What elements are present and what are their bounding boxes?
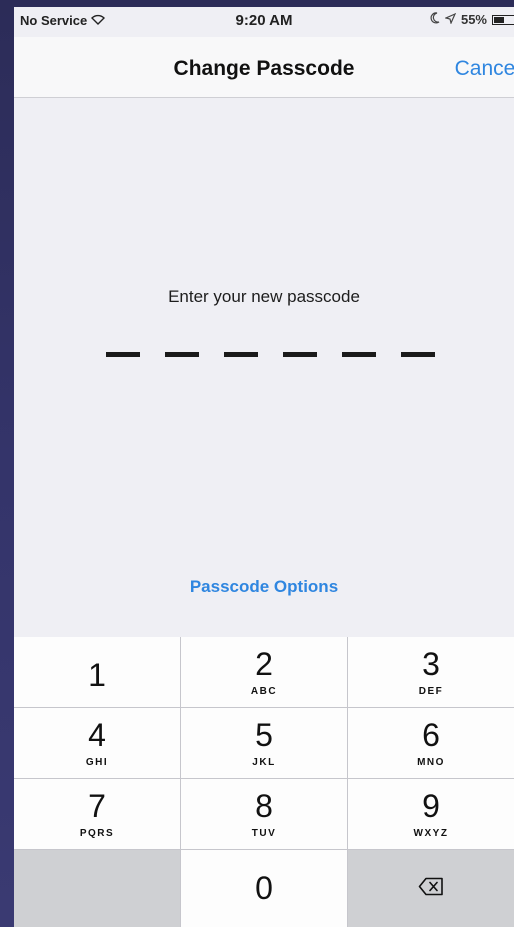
page-title: Change Passcode bbox=[173, 57, 355, 80]
passcode-digit-placeholder bbox=[224, 352, 258, 357]
passcode-digit-placeholder bbox=[283, 352, 317, 357]
battery-level bbox=[494, 16, 504, 23]
key-digit: 2 bbox=[255, 646, 273, 682]
key-digit: 7 bbox=[88, 788, 106, 824]
passcode-digit-placeholder bbox=[106, 352, 140, 357]
key-4[interactable]: 4 GHI bbox=[14, 708, 180, 778]
passcode-digit-placeholder bbox=[165, 352, 199, 357]
status-right: 55% bbox=[430, 12, 514, 27]
key-digit: 3 bbox=[422, 646, 440, 682]
key-digit: 1 bbox=[88, 657, 106, 693]
key-3[interactable]: 3 DEF bbox=[348, 637, 514, 707]
key-letters: JKL bbox=[252, 757, 276, 768]
moon-icon bbox=[430, 12, 440, 27]
key-letters: TUV bbox=[251, 828, 277, 839]
location-icon bbox=[444, 12, 457, 27]
battery-percent: 55% bbox=[460, 12, 487, 27]
status-bar: No Service 9:20 AM 55% bbox=[14, 7, 514, 37]
key-letters: GHI bbox=[85, 757, 109, 768]
key-digit: 5 bbox=[255, 717, 273, 753]
phone-screen: No Service 9:20 AM 55% Change Passcode C… bbox=[14, 7, 514, 927]
key-9[interactable]: 9 WXYZ bbox=[348, 779, 514, 849]
key-2[interactable]: 2 ABC bbox=[181, 637, 347, 707]
passcode-digit-placeholder bbox=[342, 352, 376, 357]
key-digit: 8 bbox=[255, 788, 273, 824]
backspace-icon bbox=[418, 877, 444, 901]
key-6[interactable]: 6 MNO bbox=[348, 708, 514, 778]
delete-button[interactable] bbox=[348, 850, 514, 927]
battery-icon bbox=[492, 14, 514, 25]
key-digit: 9 bbox=[422, 788, 440, 824]
key-digit: 6 bbox=[422, 717, 440, 753]
key-1[interactable]: 1 bbox=[14, 637, 180, 707]
key-letters: WXYZ bbox=[413, 828, 449, 839]
key-8[interactable]: 8 TUV bbox=[181, 779, 347, 849]
key-letters: MNO bbox=[417, 757, 445, 768]
key-letters: DEF bbox=[418, 686, 444, 697]
passcode-options-link[interactable]: Passcode Options bbox=[14, 577, 514, 597]
key-7[interactable]: 7 PQRS bbox=[14, 779, 180, 849]
passcode-entry-field[interactable] bbox=[106, 352, 435, 357]
passcode-prompt: Enter your new passcode bbox=[168, 287, 360, 306]
key-0[interactable]: 0 bbox=[181, 850, 347, 927]
key-5[interactable]: 5 JKL bbox=[181, 708, 347, 778]
cancel-button[interactable]: Cancel bbox=[455, 57, 514, 81]
key-letters: PQRS bbox=[79, 828, 115, 839]
empty-key bbox=[14, 850, 180, 927]
key-digit: 0 bbox=[255, 870, 273, 906]
passcode-digit-placeholder bbox=[401, 352, 435, 357]
navigation-bar: Change Passcode Cancel bbox=[14, 37, 514, 98]
numeric-keypad: 1 2 ABC 3 DEF 4 GHI 5 JKL 6 MNO 7 PQRS 8… bbox=[14, 637, 514, 927]
key-letters: ABC bbox=[250, 686, 278, 697]
key-digit: 4 bbox=[88, 717, 106, 753]
